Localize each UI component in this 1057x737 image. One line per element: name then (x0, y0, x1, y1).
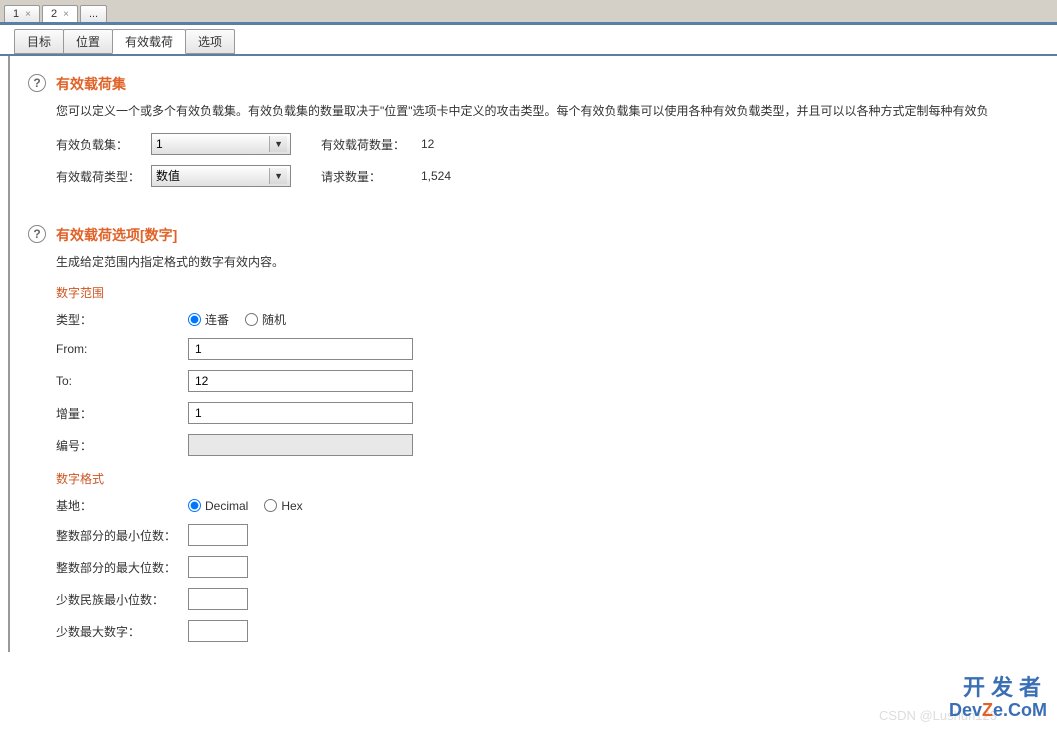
howmany-input (188, 434, 413, 456)
base-label: 基地： (56, 497, 188, 514)
close-icon[interactable]: × (63, 9, 69, 20)
number-range-heading: 数字范围 (56, 284, 1039, 301)
section-title: 有效载荷集 (56, 74, 1039, 94)
section-title: 有效载荷选项[数字] (56, 225, 1039, 245)
request-count-label: 请求数量： (321, 168, 421, 185)
from-label: From: (56, 342, 188, 356)
close-icon[interactable]: × (25, 9, 31, 20)
step-input[interactable] (188, 402, 413, 424)
devze-watermark: 开发者 DevZe.CoM (949, 670, 1047, 721)
max-int-label: 整数部分的最大位数： (56, 559, 188, 576)
tab-label: 2 (51, 8, 57, 20)
tab-options[interactable]: 选项 (185, 29, 235, 54)
min-frac-label: 少数民族最小位数： (56, 591, 188, 608)
radio-decimal-input[interactable] (188, 499, 201, 512)
min-int-input[interactable] (188, 524, 248, 546)
content-area: ? 有效载荷集 您可以定义一个或多个有效负载集。有效负载集的数量取决于"位置"选… (8, 56, 1057, 652)
top-tab-1[interactable]: 1 × (4, 5, 40, 22)
sub-tab-bar: 目标 位置 有效载荷 选项 (0, 25, 1057, 56)
top-tab-bar: 1 × 2 × ... (0, 0, 1057, 24)
to-input[interactable] (188, 370, 413, 392)
max-int-input[interactable] (188, 556, 248, 578)
step-label: 增量： (56, 405, 188, 422)
max-frac-input[interactable] (188, 620, 248, 642)
payload-sets-section: ? 有效载荷集 您可以定义一个或多个有效负载集。有效负载集的数量取决于"位置"选… (28, 74, 1039, 197)
tab-positions[interactable]: 位置 (63, 29, 113, 54)
top-tab-2[interactable]: 2 × (42, 5, 78, 22)
radio-hex-input[interactable] (264, 499, 277, 512)
payload-set-label: 有效负载集： (56, 136, 151, 153)
top-tab-more[interactable]: ... (80, 5, 107, 22)
request-count-value: 1,524 (421, 169, 451, 183)
payload-type-label: 有效载荷类型： (56, 168, 151, 185)
radio-hex[interactable]: Hex (264, 499, 302, 513)
section-desc: 您可以定义一个或多个有效负载集。有效负载集的数量取决于"位置"选项卡中定义的攻击… (56, 102, 1039, 119)
radio-decimal[interactable]: Decimal (188, 499, 248, 513)
radio-sequential-input[interactable] (188, 313, 201, 326)
number-format-heading: 数字格式 (56, 470, 1039, 487)
radio-sequential[interactable]: 连番 (188, 311, 229, 328)
section-desc: 生成给定范围内指定格式的数字有效内容。 (56, 253, 1039, 270)
help-icon[interactable]: ? (28, 74, 46, 92)
from-input[interactable] (188, 338, 413, 360)
to-label: To: (56, 374, 188, 388)
payload-count-value: 12 (421, 137, 434, 151)
min-int-label: 整数部分的最小位数： (56, 527, 188, 544)
help-icon[interactable]: ? (28, 225, 46, 243)
howmany-label: 编号： (56, 437, 188, 454)
tab-payloads[interactable]: 有效载荷 (112, 29, 186, 54)
payload-options-section: ? 有效载荷选项[数字] 生成给定范围内指定格式的数字有效内容。 数字范围 类型… (28, 225, 1039, 652)
payload-count-label: 有效载荷数量： (321, 136, 421, 153)
tab-label: 1 (13, 8, 19, 20)
min-frac-input[interactable] (188, 588, 248, 610)
radio-random-input[interactable] (245, 313, 258, 326)
payload-set-select[interactable]: 1 (151, 133, 291, 155)
payload-type-select[interactable]: 数值 (151, 165, 291, 187)
tab-target[interactable]: 目标 (14, 29, 64, 54)
type-label: 类型： (56, 311, 188, 328)
csdn-watermark: CSDN @Lushun123 (879, 708, 997, 723)
radio-random[interactable]: 随机 (245, 311, 286, 328)
max-frac-label: 少数最大数字： (56, 623, 188, 640)
tab-label: ... (89, 8, 98, 20)
